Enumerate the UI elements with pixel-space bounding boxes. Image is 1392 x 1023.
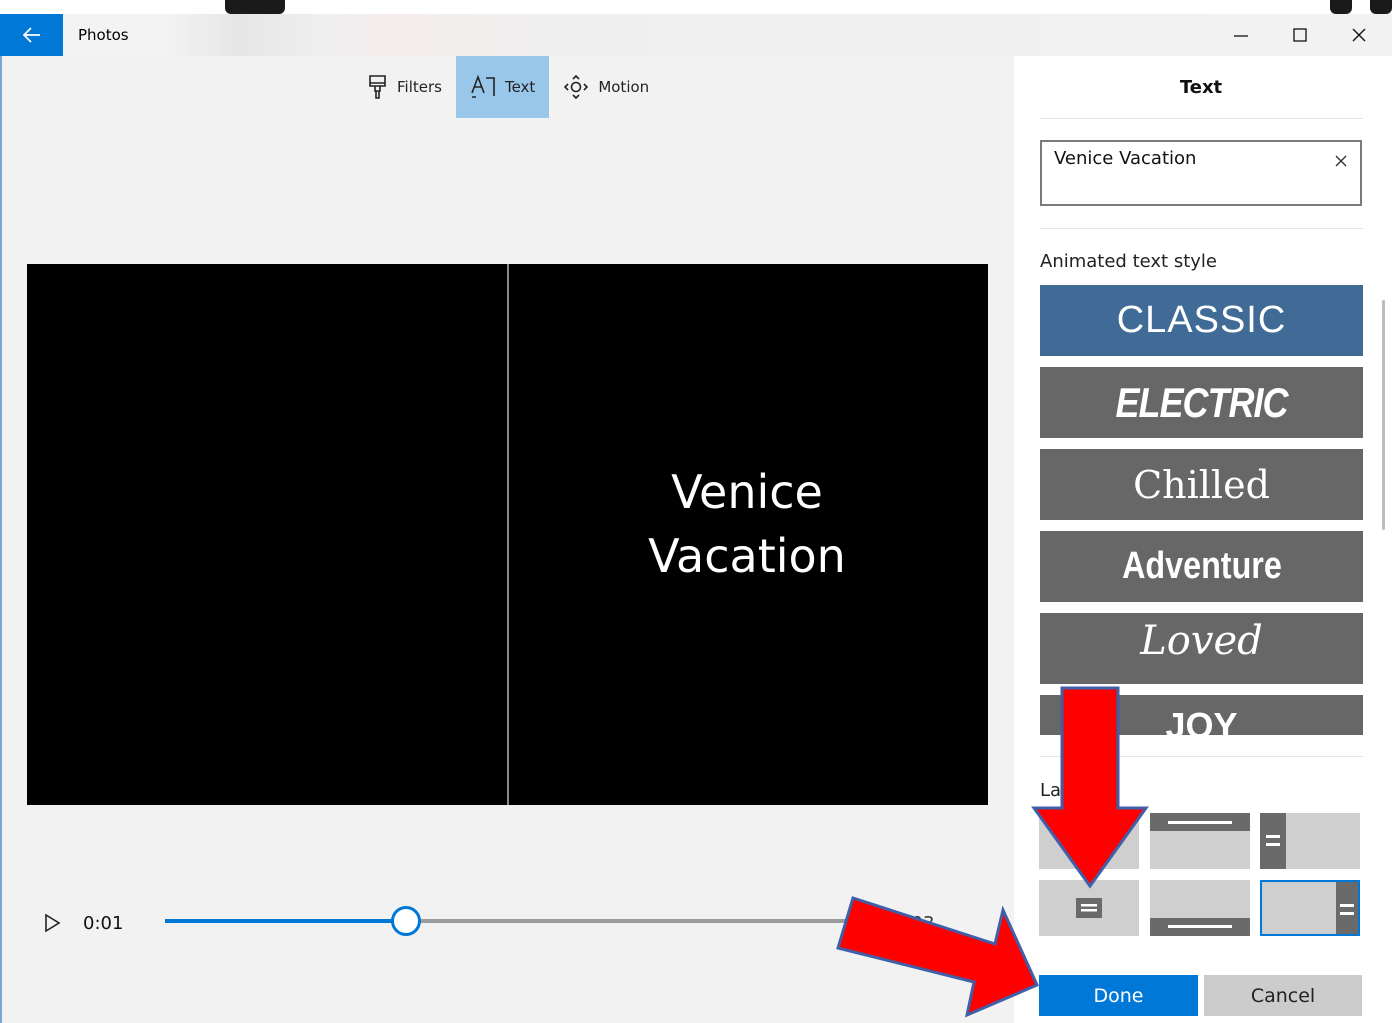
seek-bar[interactable] bbox=[165, 906, 850, 936]
top-strip-shape bbox=[1370, 0, 1392, 14]
maximize-icon bbox=[1293, 28, 1307, 42]
layout-option-6-selected[interactable] bbox=[1260, 880, 1360, 936]
layout-label: Layout bbox=[1040, 780, 1102, 801]
preview-line-2: Vacation bbox=[648, 529, 846, 583]
filters-label: Filters bbox=[397, 78, 442, 96]
preview-divider bbox=[507, 264, 509, 805]
layout-option-1[interactable] bbox=[1039, 813, 1139, 869]
close-icon bbox=[1352, 28, 1366, 42]
preview-title-text: Venice Vacation bbox=[547, 460, 947, 588]
title-bar: Photos bbox=[0, 14, 1392, 56]
play-button[interactable] bbox=[42, 912, 64, 934]
animated-style-list: CLASSIC ELECTRIC Chilled Adventure Loved… bbox=[1040, 285, 1363, 735]
video-preview: Venice Vacation bbox=[27, 264, 988, 805]
play-icon bbox=[45, 913, 61, 933]
top-strip bbox=[0, 0, 1392, 14]
minimize-icon bbox=[1234, 35, 1248, 37]
seek-bar-progress bbox=[165, 919, 405, 923]
motion-icon bbox=[564, 74, 589, 100]
layout-text-line bbox=[1266, 835, 1280, 838]
edit-toolbar: Filters Text Motion bbox=[354, 56, 663, 118]
style-adventure-label: Adventure bbox=[1121, 545, 1282, 587]
style-chilled[interactable]: Chilled bbox=[1040, 449, 1363, 520]
motion-button[interactable]: Motion bbox=[549, 56, 663, 118]
layout-text-line bbox=[1340, 904, 1354, 907]
window-left-border bbox=[0, 56, 2, 1023]
style-chilled-label: Chilled bbox=[1133, 462, 1270, 507]
divider bbox=[1040, 118, 1363, 119]
filters-button[interactable]: Filters bbox=[354, 56, 456, 118]
style-adventure[interactable]: Adventure bbox=[1040, 531, 1363, 602]
editor-area: Filters Text Motion Venice Vacation bbox=[0, 56, 1014, 1023]
close-button[interactable] bbox=[1330, 14, 1388, 56]
motion-label: Motion bbox=[598, 78, 650, 96]
cancel-button[interactable]: Cancel bbox=[1204, 975, 1362, 1016]
layout-text-line bbox=[1168, 925, 1232, 928]
layout-center-box-icon bbox=[1076, 898, 1102, 918]
style-loved[interactable]: Loved bbox=[1040, 613, 1363, 684]
divider bbox=[1040, 756, 1363, 757]
layout-option-4[interactable] bbox=[1039, 880, 1139, 936]
back-button[interactable] bbox=[0, 14, 63, 56]
top-strip-shape bbox=[1330, 0, 1352, 14]
divider bbox=[1040, 228, 1363, 229]
style-joy-label: JOY bbox=[1165, 705, 1238, 735]
done-button[interactable]: Done bbox=[1039, 975, 1198, 1016]
style-electric-label: ELECTRIC bbox=[1115, 378, 1289, 426]
clear-text-button[interactable] bbox=[1330, 150, 1352, 172]
paint-brush-icon bbox=[369, 75, 386, 99]
panel-scrollbar[interactable] bbox=[1382, 300, 1385, 530]
maximize-button[interactable] bbox=[1271, 14, 1329, 56]
layout-option-5[interactable] bbox=[1150, 880, 1250, 936]
current-time: 0:01 bbox=[83, 913, 124, 934]
layout-option-3[interactable] bbox=[1260, 813, 1360, 869]
preview-line-1: Venice bbox=[671, 465, 823, 519]
layout-bar bbox=[1260, 813, 1286, 869]
text-label: Text bbox=[504, 78, 536, 96]
text-tool-icon bbox=[471, 75, 495, 98]
style-loved-label: Loved bbox=[1140, 617, 1263, 664]
clear-icon bbox=[1335, 155, 1347, 167]
top-strip-shape bbox=[225, 0, 285, 14]
layout-text-line bbox=[1168, 821, 1232, 824]
text-panel: Text Animated text style CLASSIC ELECTRI… bbox=[1014, 56, 1392, 1023]
style-classic-label: CLASSIC bbox=[1116, 299, 1287, 341]
title-text-input[interactable] bbox=[1054, 148, 1314, 169]
app-title: Photos bbox=[78, 26, 129, 44]
seek-thumb[interactable] bbox=[390, 906, 421, 936]
minimize-button[interactable] bbox=[1212, 14, 1270, 56]
style-electric[interactable]: ELECTRIC bbox=[1040, 367, 1363, 438]
back-arrow-icon bbox=[22, 27, 40, 43]
layout-option-2[interactable] bbox=[1150, 813, 1250, 869]
panel-title: Text bbox=[1179, 77, 1223, 98]
title-text-field[interactable] bbox=[1040, 140, 1362, 206]
style-classic[interactable]: CLASSIC bbox=[1040, 285, 1363, 356]
layout-text-line bbox=[1266, 843, 1280, 846]
animated-style-label: Animated text style bbox=[1040, 251, 1217, 272]
text-button[interactable]: Text bbox=[455, 56, 550, 118]
end-time: 0:03 bbox=[894, 913, 935, 934]
layout-bar bbox=[1336, 882, 1358, 934]
layout-text-line bbox=[1340, 912, 1354, 915]
style-joy[interactable]: JOY bbox=[1040, 695, 1363, 735]
